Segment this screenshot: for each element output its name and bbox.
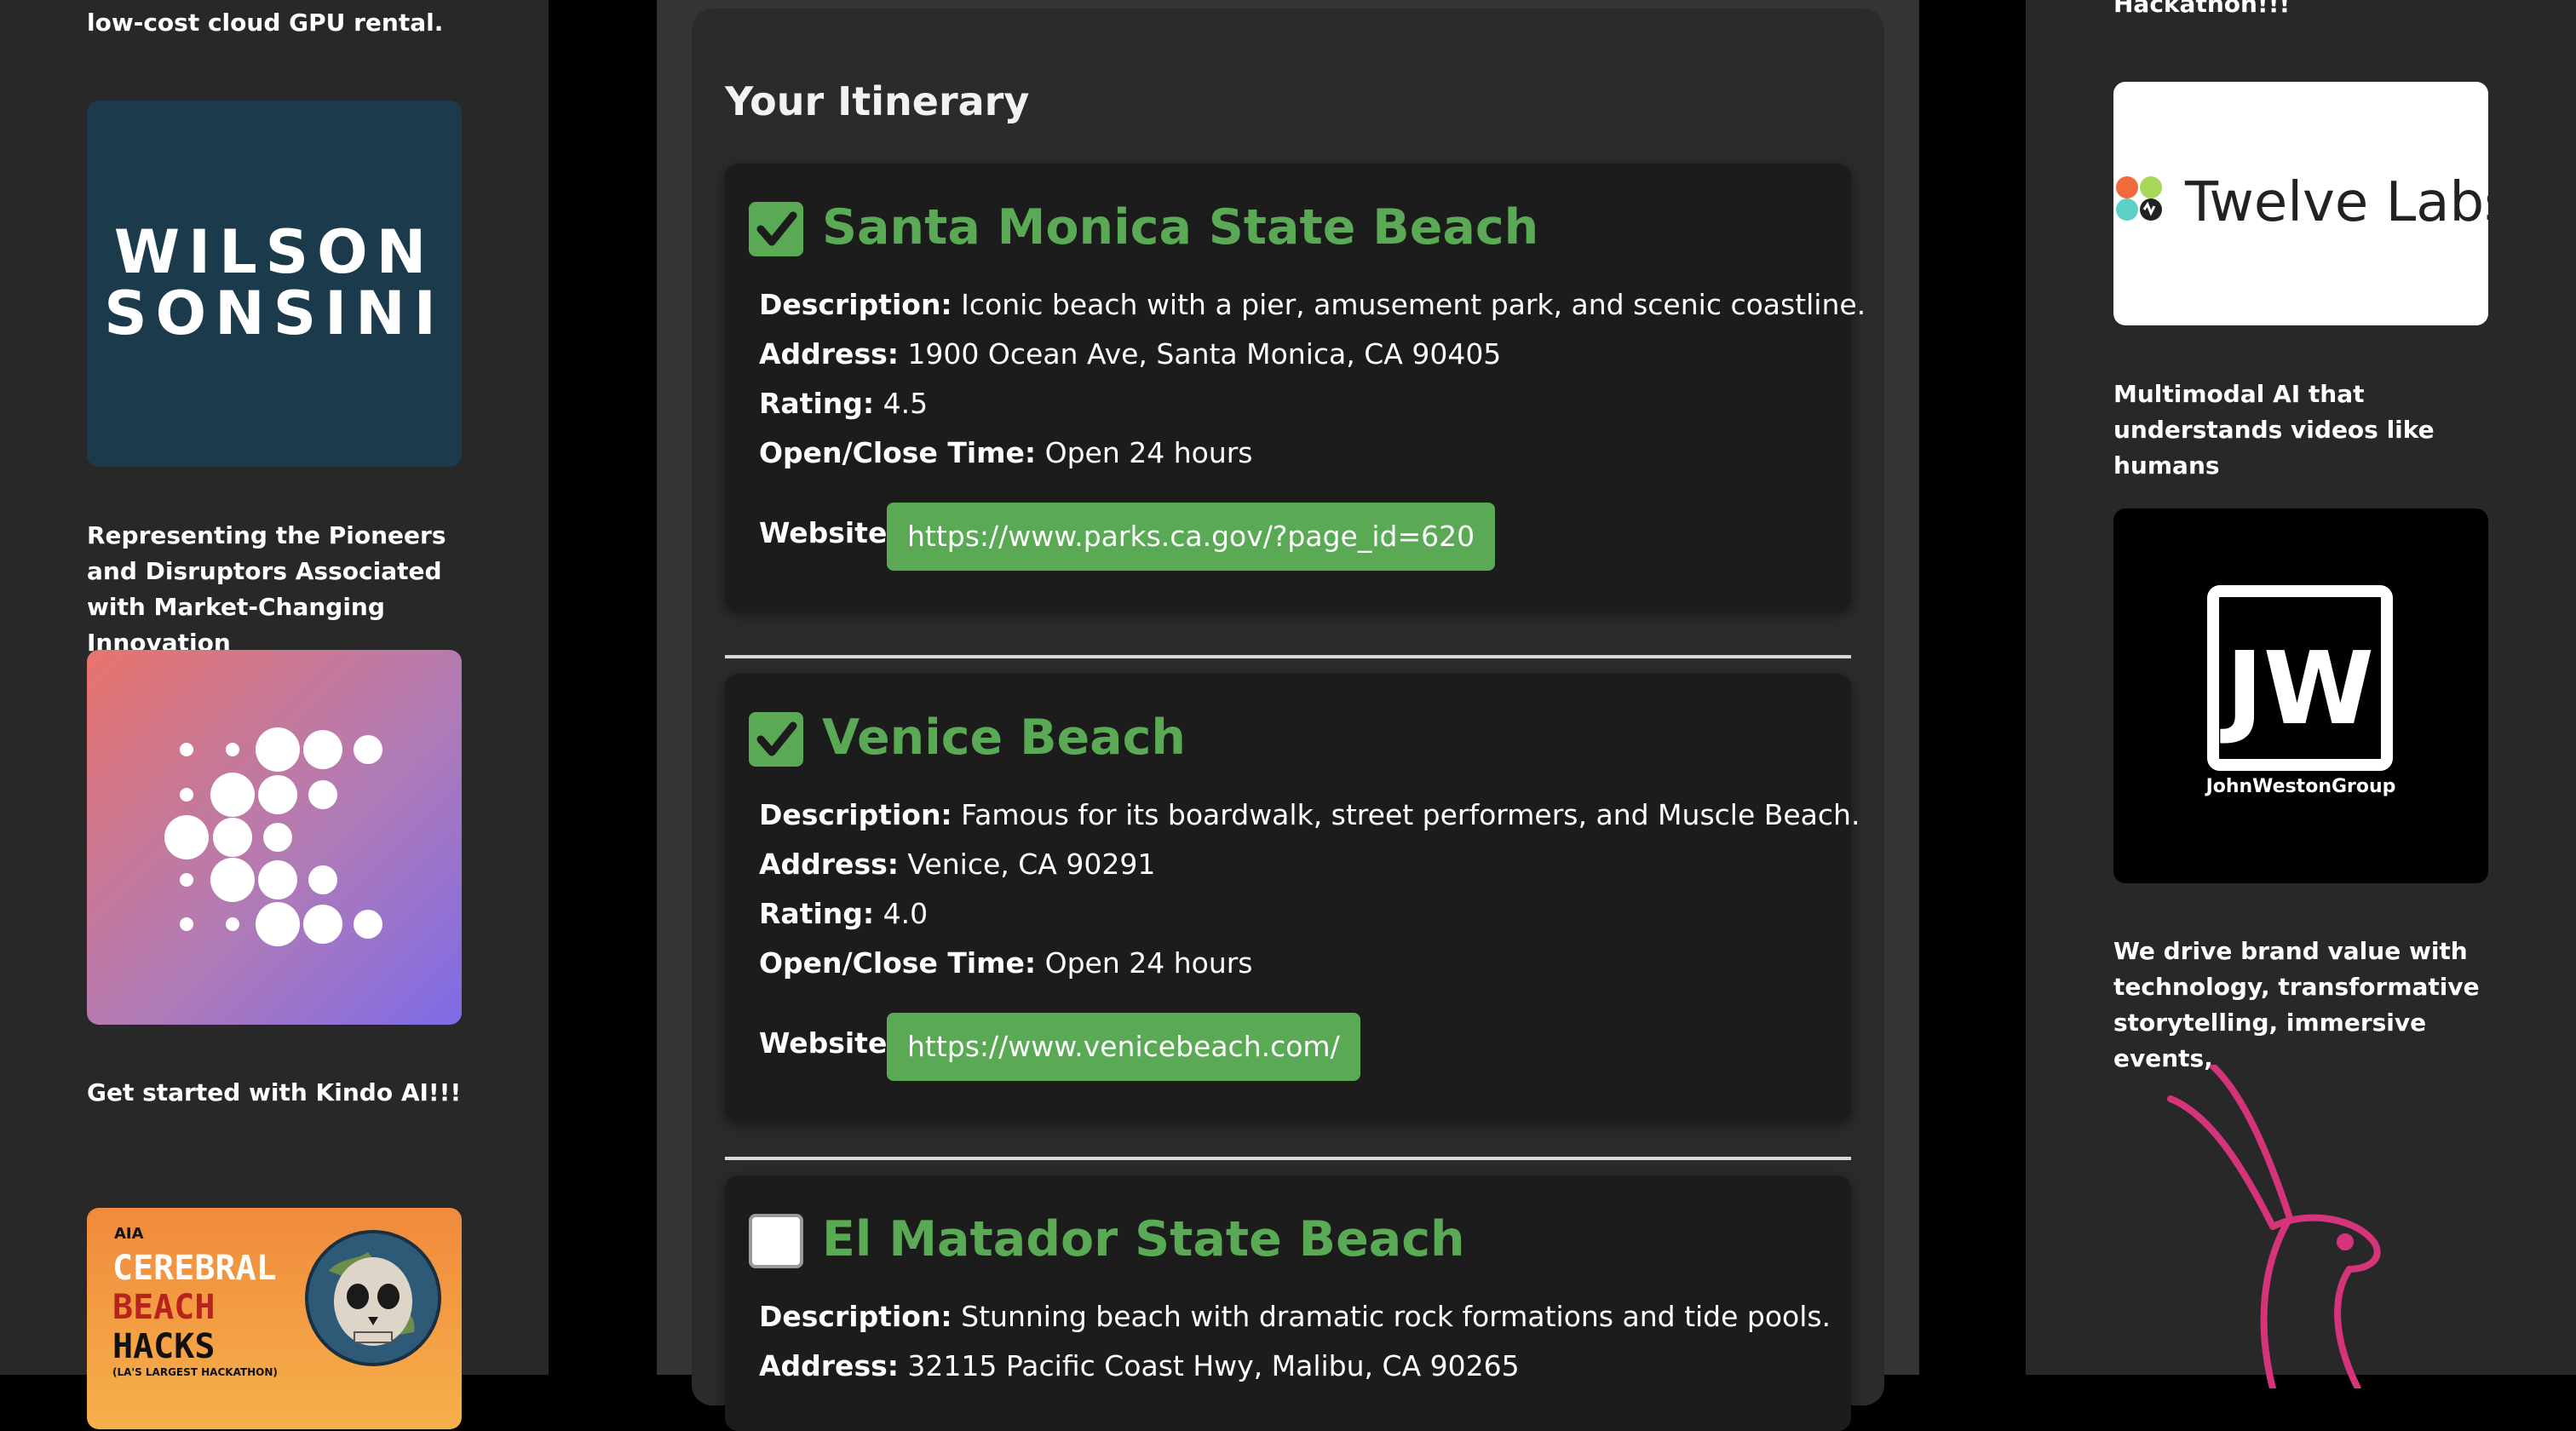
- twelve-labs-logo[interactable]: Twelve Labs: [2113, 82, 2488, 325]
- address-value: Venice, CA 90291: [907, 848, 1156, 881]
- sponsor-caption-twelve-labs: Multimodal AI that understands videos li…: [2113, 380, 2435, 480]
- itinerary-item-santa-monica: Santa Monica State Beach Description: Ic…: [725, 164, 1866, 612]
- sponsor-caption-wilson: Representing the Pioneers and Disruptors…: [87, 521, 446, 657]
- kindo-logo[interactable]: [87, 650, 462, 1025]
- description-value: Famous for its boardwalk, street perform…: [961, 798, 1860, 831]
- sponsor-caption-jwg: We drive brand value with technology, tr…: [2113, 937, 2480, 1072]
- rating-row: Rating: 4.5: [759, 387, 928, 420]
- svg-text:JW: JW: [2220, 629, 2374, 747]
- description-value: Stunning beach with dramatic rock format…: [961, 1300, 1831, 1333]
- right-sidebar: Hackathon!!! Twelve Labs Multimodal AI t…: [2026, 0, 2576, 1388]
- wilson-logo-line1: WILSON: [113, 217, 435, 287]
- twelve-labs-mark-icon: [2116, 176, 2162, 221]
- description-row: Description: Stunning beach with dramati…: [759, 1300, 1831, 1333]
- item-divider: [725, 1157, 1851, 1160]
- rabbit-logo-icon: [2167, 1065, 2381, 1388]
- address-row: Address: 1900 Ocean Ave, Santa Monica, C…: [759, 337, 1501, 371]
- twelve-labs-wordmark: Twelve Labs: [2185, 171, 2488, 234]
- left-sidebar: low-cost cloud GPU rental. WILSON SONSIN…: [0, 0, 549, 1429]
- place-checkbox[interactable]: [749, 202, 803, 256]
- description-label: Description:: [759, 288, 952, 321]
- description-row: Description: Famous for its boardwalk, s…: [759, 798, 1860, 831]
- address-label: Address:: [759, 337, 899, 371]
- open-close-value: Open 24 hours: [1044, 436, 1253, 469]
- itinerary-item-venice-beach: Venice Beach Description: Famous for its…: [725, 674, 1860, 1122]
- description-label: Description:: [759, 798, 952, 831]
- address-value: 32115 Pacific Coast Hwy, Malibu, CA 9026…: [907, 1349, 1520, 1382]
- skull-globe-icon: [305, 1230, 441, 1366]
- open-close-value: Open 24 hours: [1044, 946, 1253, 980]
- open-close-row: Open/Close Time: Open 24 hours: [759, 436, 1253, 469]
- place-checkbox[interactable]: [749, 1214, 803, 1268]
- address-row: Address: Venice, CA 90291: [759, 848, 1155, 881]
- address-row: Address: 32115 Pacific Coast Hwy, Malibu…: [759, 1349, 1520, 1382]
- sponsor-caption-kindo: Get started with Kindo AI!!!: [87, 1078, 462, 1106]
- kindo-dots-icon: [164, 727, 382, 946]
- rating-value: 4.0: [883, 897, 929, 930]
- address-label: Address:: [759, 848, 899, 881]
- place-checkbox[interactable]: [749, 712, 803, 767]
- place-name: Santa Monica State Beach: [822, 199, 1539, 256]
- item-divider: [725, 655, 1851, 658]
- description-value: Iconic beach with a pier, amusement park…: [961, 288, 1866, 321]
- website-label: Website:: [759, 1026, 899, 1060]
- open-close-row: Open/Close Time: Open 24 hours: [759, 946, 1253, 980]
- place-name: Venice Beach: [822, 710, 1186, 766]
- open-close-label: Open/Close Time:: [759, 946, 1037, 980]
- jw-monogram-icon: JW: [2207, 585, 2393, 771]
- address-value: 1900 Ocean Ave, Santa Monica, CA 90405: [907, 337, 1502, 371]
- checkmark-icon: [756, 721, 797, 756]
- website-link-button[interactable]: https://www.parks.ca.gov/?page_id=620: [887, 503, 1496, 571]
- john-weston-group-logo[interactable]: JW JohnWestonGroup: [2113, 509, 2488, 883]
- rating-label: Rating:: [759, 387, 875, 420]
- sponsor-caption-gpu: low-cost cloud GPU rental.: [87, 9, 444, 37]
- open-close-label: Open/Close Time:: [759, 436, 1037, 469]
- wilson-logo-line2: SONSINI: [104, 279, 445, 348]
- address-label: Address:: [759, 1349, 899, 1382]
- itinerary-title: Your Itinerary: [725, 78, 1030, 124]
- website-label: Website:: [759, 516, 899, 549]
- rating-row: Rating: 4.0: [759, 897, 928, 930]
- checkmark-icon: [756, 211, 797, 246]
- jwg-name: JohnWestonGroup: [2205, 776, 2396, 797]
- description-label: Description:: [759, 1300, 952, 1333]
- itinerary-item-el-matador: El Matador State Beach Description: Stun…: [725, 1175, 1851, 1431]
- rating-label: Rating:: [759, 897, 875, 930]
- website-link-button[interactable]: https://www.venicebeach.com/: [887, 1013, 1360, 1081]
- cerebral-beach-hacks-logo[interactable]: AIA CEREBRAL BEACH HACKS (LA'S LARGEST H…: [87, 1208, 462, 1429]
- sponsor-caption-hackathon: Hackathon!!!: [2113, 0, 2291, 18]
- description-row: Description: Iconic beach with a pier, a…: [759, 288, 1866, 321]
- wilson-sonsini-logo[interactable]: WILSON SONSINI: [87, 101, 462, 467]
- place-name: El Matador State Beach: [822, 1211, 1465, 1267]
- rating-value: 4.5: [883, 387, 929, 420]
